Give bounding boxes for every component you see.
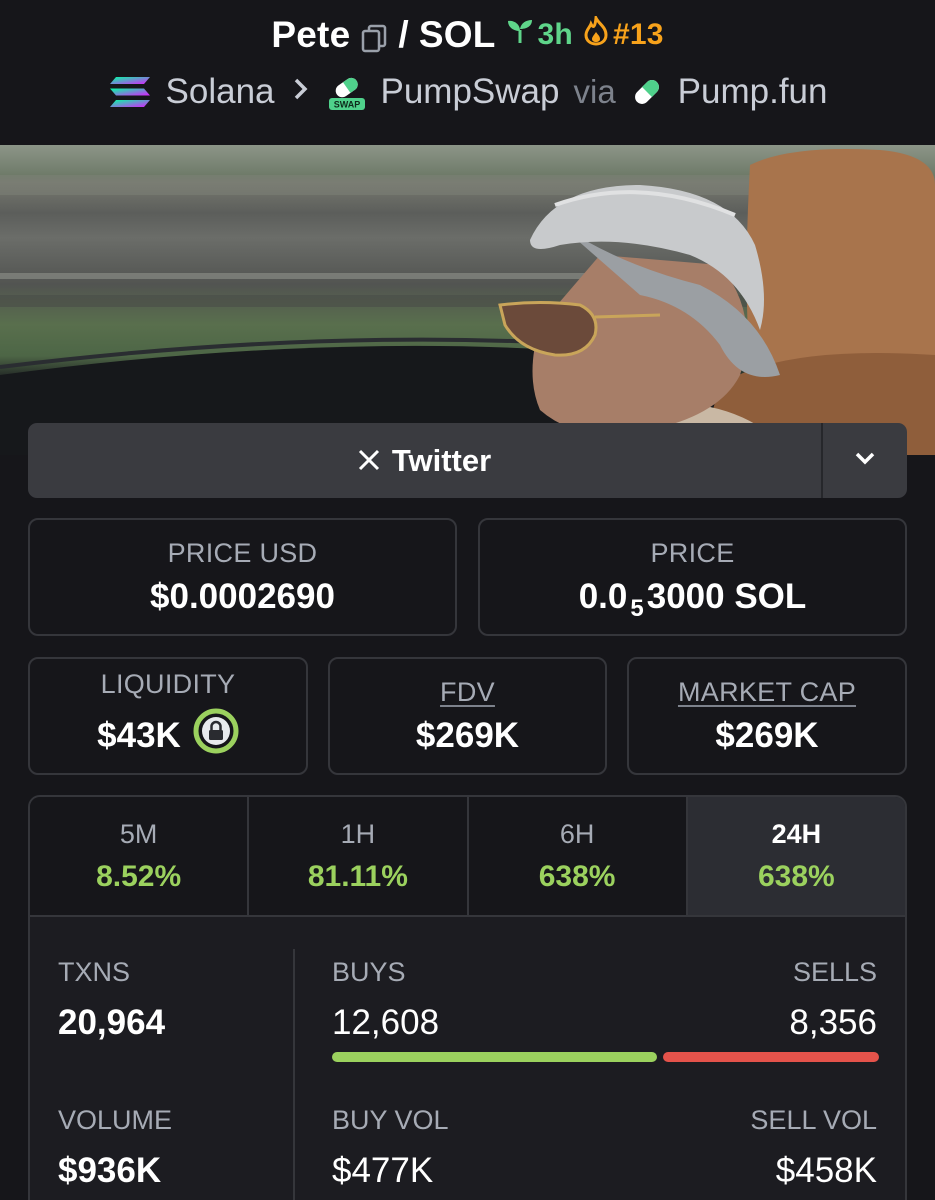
fdv-value: $269K — [415, 715, 520, 755]
tab-24h[interactable]: 24H 638% — [687, 797, 905, 915]
liquidity-label: LIQUIDITY — [100, 669, 236, 699]
token-name: Pete — [271, 14, 351, 55]
price-usd-label: PRICE USD — [167, 537, 318, 568]
chevron-right-icon — [293, 75, 309, 109]
tab-label: 5M — [119, 818, 158, 849]
x-logo-icon — [358, 443, 380, 479]
txn-volume-stats: TXNS 20,964 BUYS 12,608 SELLS 8,356 VOLU… — [30, 917, 905, 1200]
sells-label: SELLS — [792, 957, 877, 987]
timeframe-stats-panel: 5M 8.52% 1H 81.11% 6H 638% 24H 638% TXNS… — [28, 795, 907, 1200]
txns-value: 20,964 — [58, 1003, 166, 1042]
pumpswap-logo-icon: SWAP — [327, 72, 367, 112]
tab-label: 6H — [559, 818, 595, 849]
price-change: 8.52% — [96, 859, 182, 893]
pair-header: Pete / SOL 3h #13 Solana SWAP PumpSwap v… — [0, 0, 935, 145]
fdv-label[interactable]: FDV — [440, 677, 495, 708]
dex-link[interactable]: PumpSwap — [381, 72, 560, 112]
seedling-icon — [506, 17, 534, 53]
txns-label: TXNS — [58, 957, 131, 987]
divider — [293, 949, 295, 1200]
age-text: 3h — [537, 18, 573, 51]
market-cap-label[interactable]: MARKET CAP — [678, 677, 856, 708]
tab-1h[interactable]: 1H 81.11% — [249, 797, 469, 915]
liquidity-value-row: $43K — [97, 708, 239, 763]
solana-logo-icon — [108, 75, 152, 109]
price-usd-value: $0.0002690 — [150, 576, 335, 616]
timeframe-tabs: 5M 8.52% 1H 81.11% 6H 638% 24H 638% — [30, 797, 905, 917]
buy-volume-value: $477K — [332, 1151, 434, 1190]
quote-token: SOL — [418, 14, 496, 55]
social-links-bar: Twitter — [28, 423, 907, 498]
price-native-prefix: 0.0 — [578, 576, 628, 616]
liquidity-card: LIQUIDITY $43K — [28, 657, 308, 775]
fdv-card: FDV $269K — [328, 657, 607, 775]
sell-volume-value: $458K — [775, 1151, 877, 1190]
trending-rank[interactable]: #13 — [583, 12, 664, 54]
tab-label: 1H — [340, 818, 376, 849]
pair-age: 3h — [506, 17, 573, 53]
twitter-button-label: Twitter — [391, 442, 492, 478]
flame-icon — [583, 12, 609, 54]
price-change: 638% — [538, 859, 616, 893]
sells-value: 8,356 — [789, 1003, 877, 1042]
price-native-card: PRICE 0.0 5 3000 SOL — [478, 518, 907, 636]
volume-value: $936K — [58, 1151, 162, 1190]
sell-volume-label: SELL VOL — [750, 1105, 877, 1135]
social-links-dropdown-button[interactable] — [823, 423, 907, 498]
launchpad-link[interactable]: Pump.fun — [678, 72, 828, 112]
buys-value: 12,608 — [332, 1003, 440, 1042]
sells-ratio-bar — [663, 1052, 879, 1062]
volume-label: VOLUME — [58, 1105, 173, 1135]
price-native-label: PRICE — [650, 537, 735, 568]
tab-label: 24H — [771, 818, 822, 849]
price-change: 81.11% — [307, 859, 408, 893]
chevron-down-icon — [854, 451, 876, 470]
price-native-suffix: 3000 SOL — [646, 576, 807, 616]
twitter-button[interactable]: Twitter — [28, 423, 821, 498]
price-native-value: 0.0 5 3000 SOL — [578, 576, 807, 622]
via-text: via — [573, 73, 616, 110]
token-banner-image — [0, 145, 935, 455]
rank-text: #13 — [612, 18, 664, 51]
buys-label: BUYS — [332, 957, 406, 987]
buy-volume-label: BUY VOL — [332, 1105, 449, 1135]
pair-title: Pete / SOL 3h #13 — [0, 12, 935, 56]
market-cap-card: MARKET CAP $269K — [627, 657, 907, 775]
tab-6h[interactable]: 6H 638% — [468, 797, 688, 915]
copy-icon[interactable] — [360, 20, 388, 53]
price-usd-card: PRICE USD $0.0002690 — [28, 518, 457, 636]
price-native-zero-count: 5 — [630, 594, 644, 622]
liquidity-value: $43K — [97, 715, 181, 755]
liquidity-lock-icon[interactable] — [193, 708, 239, 763]
buys-ratio-bar — [332, 1052, 657, 1062]
chain-link[interactable]: Solana — [166, 72, 275, 112]
pair-separator: / — [398, 14, 409, 55]
breadcrumb: Solana SWAP PumpSwap via Pump.fun — [0, 72, 935, 112]
swap-logo-text: SWAP — [333, 100, 360, 110]
tab-5m[interactable]: 5M 8.52% — [30, 797, 250, 915]
market-cap-value: $269K — [715, 715, 819, 755]
pumpfun-logo-icon — [630, 75, 664, 109]
price-change: 638% — [758, 859, 835, 893]
